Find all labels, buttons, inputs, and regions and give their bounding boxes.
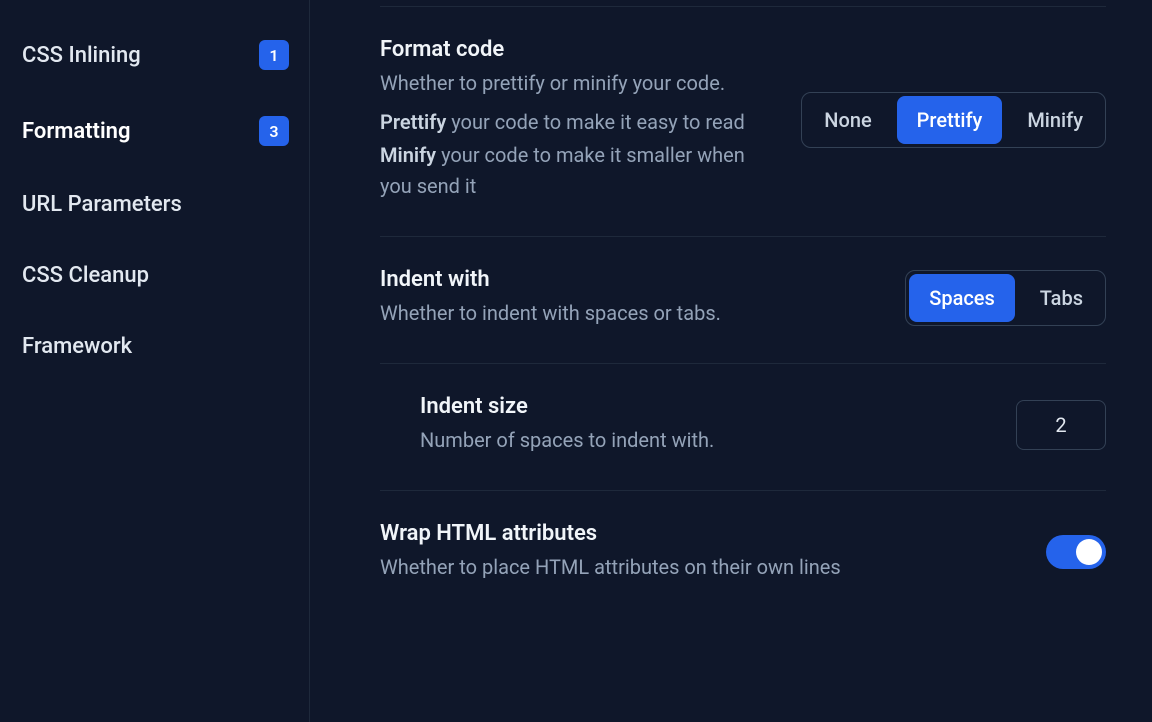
sidebar-item-formatting[interactable]: Formatting 3 bbox=[22, 106, 289, 156]
setting-format-code: Format code Whether to prettify or minif… bbox=[380, 6, 1106, 236]
setting-title: Wrap HTML attributes bbox=[380, 521, 1016, 546]
format-option-prettify[interactable]: Prettify bbox=[897, 96, 1003, 144]
format-option-none[interactable]: None bbox=[802, 96, 893, 144]
settings-main: Format code Whether to prettify or minif… bbox=[310, 0, 1152, 722]
wrap-attrs-toggle[interactable] bbox=[1046, 535, 1106, 569]
indent-with-segmented: Spaces Tabs bbox=[905, 270, 1106, 326]
settings-sidebar: CSS Inlining 1 Formatting 3 URL Paramete… bbox=[0, 0, 310, 722]
setting-title: Format code bbox=[380, 37, 771, 62]
indent-size-input[interactable] bbox=[1016, 400, 1106, 450]
indent-option-spaces[interactable]: Spaces bbox=[909, 274, 1015, 322]
setting-description: Whether to indent with spaces or tabs. bbox=[380, 298, 875, 329]
sidebar-item-css-inlining[interactable]: CSS Inlining 1 bbox=[22, 30, 289, 80]
sidebar-item-label: CSS Cleanup bbox=[22, 263, 289, 288]
setting-title: Indent size bbox=[420, 394, 986, 419]
sidebar-item-badge: 1 bbox=[259, 40, 289, 70]
sidebar-item-css-cleanup[interactable]: CSS Cleanup bbox=[22, 253, 289, 298]
setting-description: Whether to place HTML attributes on thei… bbox=[380, 552, 1016, 583]
format-code-segmented: None Prettify Minify bbox=[801, 92, 1106, 148]
sidebar-item-badge: 3 bbox=[259, 116, 289, 146]
sidebar-item-label: Framework bbox=[22, 334, 289, 359]
setting-description: Whether to prettify or minify your code.… bbox=[380, 68, 771, 202]
sidebar-item-framework[interactable]: Framework bbox=[22, 324, 289, 369]
sidebar-item-url-parameters[interactable]: URL Parameters bbox=[22, 182, 289, 227]
sidebar-item-label: Formatting bbox=[22, 119, 259, 144]
setting-title: Indent with bbox=[380, 267, 875, 292]
format-option-minify[interactable]: Minify bbox=[1005, 96, 1105, 144]
indent-option-tabs[interactable]: Tabs bbox=[1018, 274, 1105, 322]
setting-description: Number of spaces to indent with. bbox=[420, 425, 986, 456]
toggle-knob bbox=[1076, 539, 1102, 565]
sidebar-item-label: CSS Inlining bbox=[22, 43, 259, 68]
setting-indent-size: Indent size Number of spaces to indent w… bbox=[380, 363, 1106, 490]
setting-indent-with: Indent with Whether to indent with space… bbox=[380, 236, 1106, 363]
setting-wrap-html-attributes: Wrap HTML attributes Whether to place HT… bbox=[380, 490, 1106, 617]
sidebar-item-label: URL Parameters bbox=[22, 192, 289, 217]
